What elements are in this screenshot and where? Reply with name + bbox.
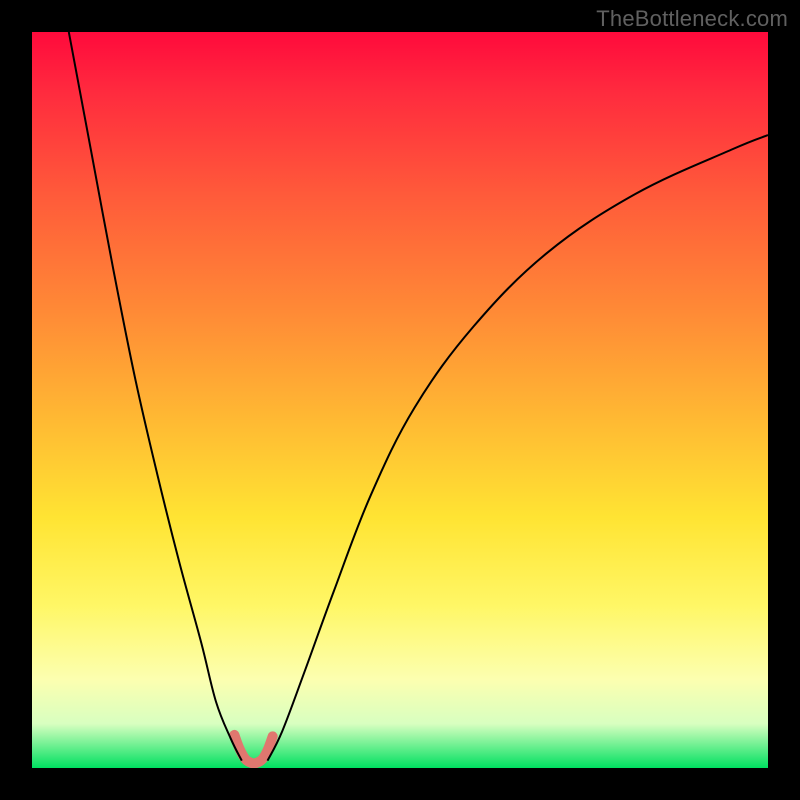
plot-svg: [32, 32, 768, 768]
plot-area: [32, 32, 768, 768]
curve-right: [268, 135, 768, 761]
watermark-text: TheBottleneck.com: [596, 6, 788, 32]
chart-frame: TheBottleneck.com: [0, 0, 800, 800]
curve-left: [69, 32, 242, 761]
